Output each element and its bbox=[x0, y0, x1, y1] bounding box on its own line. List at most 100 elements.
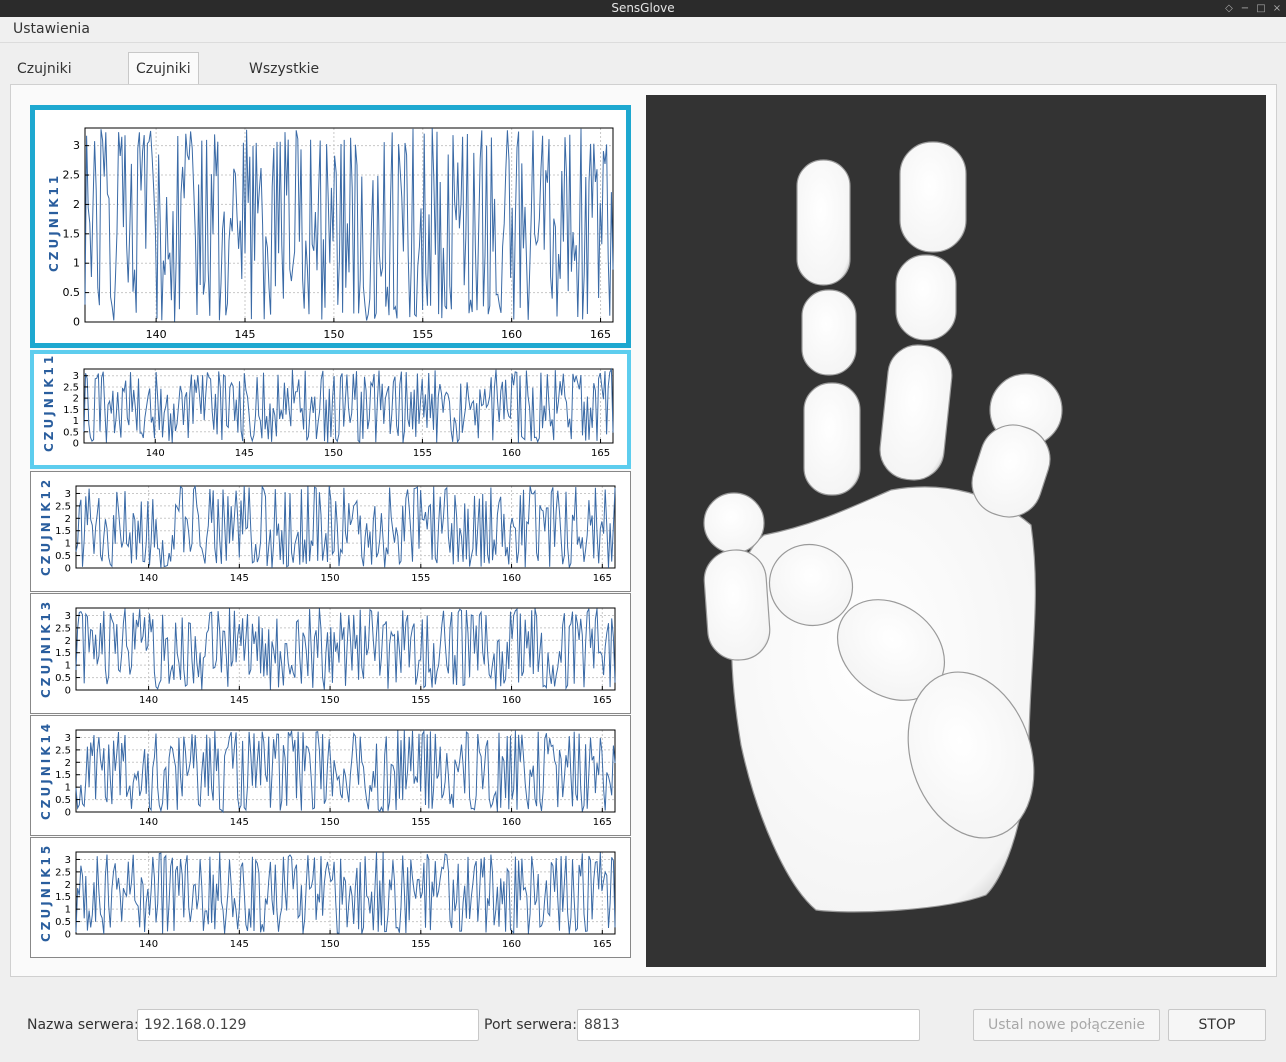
x-tick-label: 145 bbox=[230, 695, 249, 706]
x-tick-label: 150 bbox=[323, 328, 344, 341]
chart-czujnik11-large[interactable]: CZUJNIK11 140 145 150 155 160 165 0 0.5 1 1.5 2 2.5… bbox=[30, 105, 631, 348]
x-tick-label: 140 bbox=[146, 328, 167, 341]
y-tick-label: 3 bbox=[65, 733, 71, 744]
y-tick-label: 2.5 bbox=[63, 169, 81, 182]
y-tick-label: 1 bbox=[65, 905, 71, 916]
x-tick-label: 160 bbox=[502, 817, 521, 828]
y-tick-label: 0 bbox=[73, 439, 79, 450]
x-tick-label: 165 bbox=[591, 448, 610, 459]
x-tick-label: 145 bbox=[235, 328, 256, 341]
maximize-icon[interactable]: □ bbox=[1256, 0, 1266, 17]
x-tick-label: 150 bbox=[321, 817, 340, 828]
y-tick-label: 1 bbox=[65, 661, 71, 672]
y-tick-label: 2 bbox=[65, 636, 71, 647]
x-tick-label: 150 bbox=[321, 939, 340, 950]
y-tick-label: 0.5 bbox=[55, 551, 71, 562]
y-tick-label: 2.5 bbox=[55, 745, 71, 756]
middle-finger-tip bbox=[899, 141, 967, 253]
y-tick-label: 1 bbox=[73, 416, 79, 427]
x-tick-label: 155 bbox=[411, 939, 430, 950]
minimize-icon[interactable]: − bbox=[1240, 0, 1250, 17]
x-tick-label: 145 bbox=[230, 573, 249, 584]
x-tick-label: 150 bbox=[324, 448, 343, 459]
server-port-input[interactable] bbox=[577, 1009, 920, 1041]
y-tick-label: 3 bbox=[65, 855, 71, 866]
index-finger-tip bbox=[796, 159, 851, 286]
chart-svg: 140 145 150 155 160 165 0 0.51 1.52 2.53 bbox=[55, 607, 616, 706]
x-tick-label: 160 bbox=[502, 573, 521, 584]
connection-bar: Nazwa serwera: Port serwera: Ustal nowe … bbox=[0, 1003, 1286, 1048]
x-tick-label: 150 bbox=[321, 573, 340, 584]
x-tick-label: 165 bbox=[593, 695, 612, 706]
y-tick-label: 2 bbox=[73, 394, 79, 405]
y-tick-label: 2 bbox=[65, 880, 71, 891]
chart-svg: 140 145 150 155 160 16500.511.522.53 bbox=[55, 484, 616, 584]
y-tick-label: 0.5 bbox=[55, 795, 71, 806]
chart-czujnik11[interactable]: CZUJNIK11 140 145 150 155 160 165 0 0.5 1 1.5 2 2.5… bbox=[30, 350, 631, 469]
window-titlebar: SensGlove ◇ − □ × bbox=[0, 0, 1286, 17]
chart-czujnik13[interactable]: CZUJNIK13 140 145 150 155 160 165 0 0.5 1 1.5 2 2.5… bbox=[30, 593, 631, 714]
y-tick-label: 3 bbox=[65, 611, 71, 622]
x-tick-label: 155 bbox=[413, 448, 432, 459]
hand-3d-view[interactable] bbox=[646, 95, 1266, 967]
reconnect-button[interactable]: Ustal nowe połączenie bbox=[973, 1009, 1160, 1041]
y-tick-label: 2 bbox=[65, 758, 71, 769]
y-tick-label: 3 bbox=[65, 489, 71, 500]
y-tick-label: 0.5 bbox=[55, 673, 71, 684]
x-tick-label: 140 bbox=[139, 817, 158, 828]
server-name-input[interactable] bbox=[137, 1009, 479, 1041]
x-tick-label: 165 bbox=[593, 573, 612, 584]
y-tick-label: 1.5 bbox=[63, 227, 81, 240]
y-tick-label: 0.5 bbox=[55, 917, 71, 928]
y-tick-label: 2 bbox=[73, 198, 80, 211]
x-tick-label: 140 bbox=[139, 939, 158, 950]
y-tick-label: 2.5 bbox=[55, 623, 71, 634]
x-tick-label: 145 bbox=[230, 817, 249, 828]
chart-svg: 140 145 150 155 160 16500.511.522.53 bbox=[55, 851, 616, 950]
x-tick-label: 155 bbox=[412, 328, 433, 341]
y-tick-label: 0 bbox=[65, 564, 71, 575]
x-tick-label: 150 bbox=[321, 695, 340, 706]
x-tick-label: 140 bbox=[139, 695, 158, 706]
y-tick-label: 0.5 bbox=[63, 427, 79, 438]
y-tick-label: 0 bbox=[65, 930, 71, 941]
x-tick-label: 155 bbox=[411, 817, 430, 828]
tab-pressure-sensors[interactable]: Czujniki nacisku bbox=[10, 56, 79, 103]
x-tick-label: 160 bbox=[502, 695, 521, 706]
tab-bend-sensors[interactable]: Czujniki zgięcia bbox=[128, 52, 199, 109]
y-tick-label: 1.5 bbox=[55, 648, 71, 659]
x-tick-label: 165 bbox=[590, 328, 611, 341]
window-controls: ◇ − □ × bbox=[1224, 0, 1282, 17]
stop-button[interactable]: STOP bbox=[1168, 1009, 1266, 1041]
x-tick-label: 165 bbox=[593, 817, 612, 828]
y-tick-label: 1.5 bbox=[63, 405, 79, 416]
x-tick-label: 145 bbox=[230, 939, 249, 950]
y-tick-label: 0 bbox=[73, 316, 80, 329]
chart-czujnik14[interactable]: CZUJNIK14 140 145 150 155 160 165 0 0.5 1 1.5 2 2.5… bbox=[30, 715, 631, 836]
chart-czujnik15[interactable]: CZUJNIK15 140 145 150 155 160 165 0 0.5 1 1.5 2 2.5… bbox=[30, 837, 631, 958]
y-tick-label: 2.5 bbox=[55, 867, 71, 878]
y-tick-label: 3 bbox=[73, 139, 80, 152]
window-title: SensGlove bbox=[611, 1, 675, 15]
y-tick-label: 1.5 bbox=[55, 526, 71, 537]
tab-all-sensors[interactable]: Wszystkie czujniki bbox=[242, 56, 326, 103]
y-tick-label: 0 bbox=[65, 686, 71, 697]
chart-svg: 140 145 150 155 160 16500.511.522.53 bbox=[63, 127, 614, 341]
hand-model bbox=[703, 141, 1063, 913]
menu-bar: Ustawienia bbox=[0, 17, 1286, 43]
x-tick-label: 165 bbox=[593, 939, 612, 950]
y-tick-label: 0.5 bbox=[63, 286, 81, 299]
x-tick-label: 160 bbox=[502, 448, 521, 459]
x-tick-label: 145 bbox=[235, 448, 254, 459]
chart-svg: 140 145 150 155 160 16500.511.522.53 bbox=[55, 729, 616, 828]
y-tick-label: 1.5 bbox=[55, 770, 71, 781]
server-port-label: Port serwera: bbox=[484, 1017, 577, 1033]
y-tick-label: 2 bbox=[65, 514, 71, 525]
x-tick-label: 155 bbox=[411, 695, 430, 706]
y-tick-label: 2.5 bbox=[55, 501, 71, 512]
x-tick-label: 140 bbox=[139, 573, 158, 584]
chart-czujnik12[interactable]: CZUJNIK12 140 145 150 155 160 165 0 0.5 1 1.5 2 2.5… bbox=[30, 471, 631, 592]
close-icon[interactable]: × bbox=[1272, 0, 1282, 17]
menu-settings[interactable]: Ustawienia bbox=[13, 21, 90, 37]
pin-icon[interactable]: ◇ bbox=[1224, 0, 1234, 17]
